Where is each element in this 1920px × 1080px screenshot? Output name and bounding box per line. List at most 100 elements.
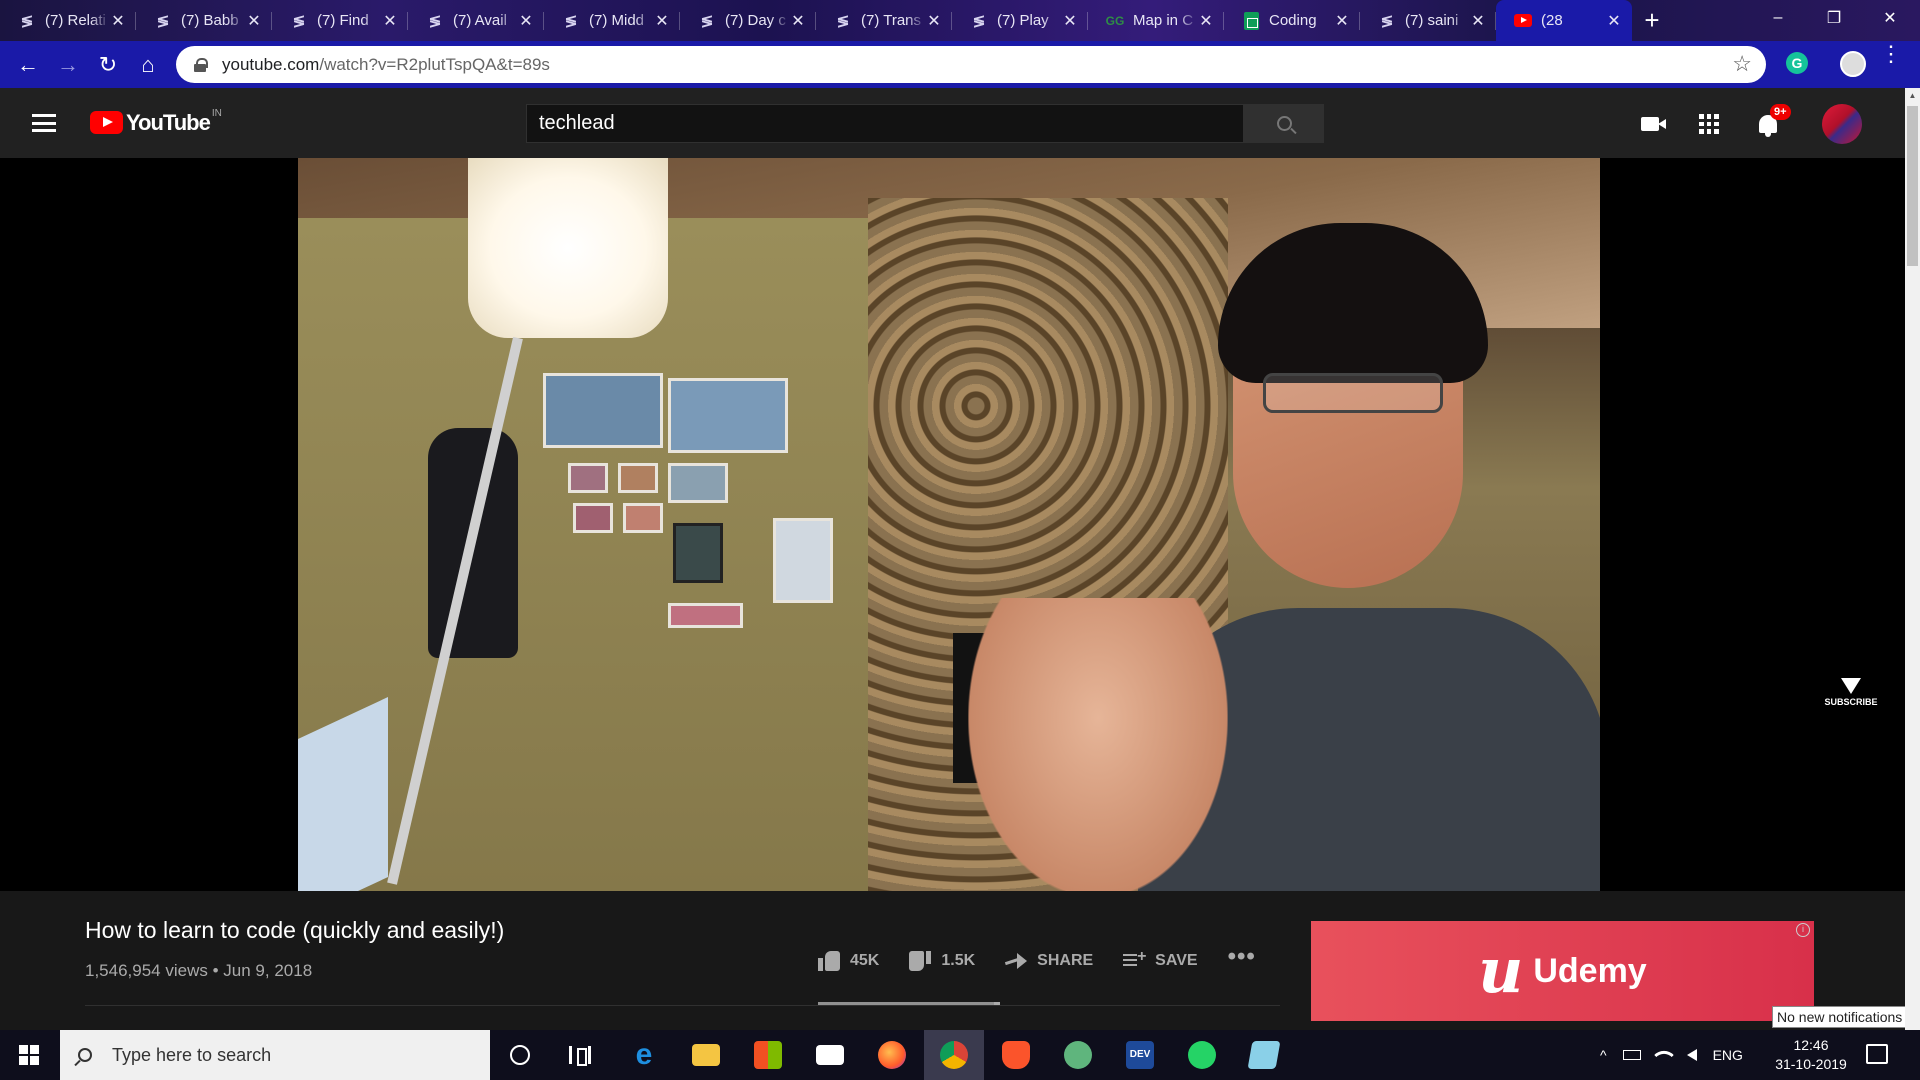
browser-tab[interactable]: ≶ (7) Trans ✕ bbox=[816, 0, 952, 41]
volume-icon[interactable] bbox=[1686, 1049, 1697, 1061]
tab-title: (7) Babb bbox=[181, 12, 239, 29]
scrollbar-thumb[interactable] bbox=[1907, 106, 1918, 266]
cortana-button[interactable] bbox=[490, 1030, 550, 1080]
taskbar-firefox[interactable] bbox=[862, 1030, 922, 1080]
more-actions-button[interactable]: ••• bbox=[1228, 943, 1256, 971]
video-actions: 45K 1.5K SHARE SAVE ••• bbox=[818, 943, 1286, 971]
search-button[interactable] bbox=[1244, 104, 1324, 143]
tab-close-icon[interactable]: ✕ bbox=[382, 11, 398, 31]
stackoverflow-favicon-icon: ≶ bbox=[1380, 12, 1394, 30]
tab-close-icon[interactable]: ✕ bbox=[926, 11, 942, 31]
taskbar-atom[interactable] bbox=[1048, 1030, 1108, 1080]
video-player[interactable]: SUBSCRIBE bbox=[0, 158, 1905, 891]
tab-close-icon[interactable]: ✕ bbox=[518, 11, 534, 31]
whatsapp-icon bbox=[1188, 1041, 1216, 1069]
browser-menu-icon[interactable]: ⋮ bbox=[1880, 43, 1902, 65]
video-frame[interactable] bbox=[298, 158, 1600, 891]
home-button[interactable]: ⌂ bbox=[128, 45, 168, 85]
like-button[interactable]: 45K bbox=[818, 951, 879, 971]
grammarly-extension-icon[interactable]: G bbox=[1786, 52, 1808, 74]
action-center-icon[interactable] bbox=[1866, 1044, 1888, 1064]
apps-button[interactable] bbox=[1695, 110, 1723, 138]
browser-tab[interactable]: ≶ (7) Play ✕ bbox=[952, 0, 1088, 41]
taskbar-chrome[interactable] bbox=[924, 1030, 984, 1080]
language-indicator[interactable]: ENG bbox=[1713, 1047, 1743, 1063]
guide-menu-icon[interactable] bbox=[32, 114, 56, 132]
tab-close-icon[interactable]: ✕ bbox=[1470, 11, 1486, 31]
video-info-section: How to learn to code (quickly and easily… bbox=[0, 891, 1905, 1030]
bookmark-star-icon[interactable]: ☆ bbox=[1732, 51, 1752, 77]
taskbar-edge[interactable]: e bbox=[614, 1030, 674, 1080]
scroll-up-arrow[interactable]: ▲ bbox=[1905, 88, 1920, 103]
tab-close-icon[interactable]: ✕ bbox=[1198, 11, 1214, 31]
youtube-logo[interactable]: YouTube IN bbox=[90, 108, 222, 135]
dev-icon: DEV bbox=[1126, 1041, 1154, 1069]
browser-tab[interactable]: ≶ (7) Avail ✕ bbox=[408, 0, 544, 41]
taskbar-mail[interactable] bbox=[800, 1030, 860, 1080]
tab-close-icon[interactable]: ✕ bbox=[654, 11, 670, 31]
tab-title: (7) Find bbox=[317, 12, 369, 29]
taskbar-notes[interactable] bbox=[1234, 1030, 1294, 1080]
battery-icon[interactable] bbox=[1622, 1050, 1641, 1060]
forward-button[interactable]: → bbox=[48, 45, 88, 85]
browser-tab[interactable]: ≶ (7) Day c ✕ bbox=[680, 0, 816, 41]
tab-close-icon[interactable]: ✕ bbox=[1606, 11, 1622, 31]
dislike-button[interactable]: 1.5K bbox=[909, 951, 975, 971]
tab-title: (7) Midd bbox=[589, 12, 645, 29]
udemy-ad-banner[interactable]: u Udemy bbox=[1311, 921, 1814, 1021]
browser-tab[interactable]: ≶ (7) Relati ✕ bbox=[0, 0, 136, 41]
watermark-label: SUBSCRIBE bbox=[1824, 697, 1878, 707]
notification-badge: 9+ bbox=[1770, 104, 1791, 120]
start-button[interactable] bbox=[0, 1030, 58, 1080]
browser-tab[interactable]: ≶ (7) Find ✕ bbox=[272, 0, 408, 41]
browser-tab[interactable]: Coding ✕ bbox=[1224, 0, 1360, 41]
window-close-button[interactable]: ✕ bbox=[1862, 0, 1918, 36]
restore-button[interactable]: ❐ bbox=[1806, 0, 1862, 36]
taskbar-store[interactable] bbox=[738, 1030, 798, 1080]
taskbar-dev[interactable]: DEV bbox=[1110, 1030, 1170, 1080]
wifi-icon[interactable] bbox=[1653, 1045, 1674, 1065]
cortana-icon bbox=[510, 1045, 530, 1065]
subscribe-watermark[interactable]: SUBSCRIBE bbox=[1816, 678, 1886, 707]
taskbar-search-box[interactable]: Type here to search bbox=[60, 1030, 490, 1080]
tab-close-icon[interactable]: ✕ bbox=[1334, 11, 1350, 31]
save-button[interactable]: SAVE bbox=[1123, 948, 1198, 970]
tab-close-icon[interactable]: ✕ bbox=[246, 11, 262, 31]
browser-tab[interactable]: ≶ (7) Babb ✕ bbox=[136, 0, 272, 41]
share-button[interactable]: SHARE bbox=[1005, 952, 1093, 970]
browser-tab[interactable]: ≶ (7) Midd ✕ bbox=[544, 0, 680, 41]
browser-tab[interactable]: (28 ✕ bbox=[1496, 0, 1632, 41]
tab-title: (7) Relati bbox=[45, 12, 106, 29]
reload-button[interactable]: ↻ bbox=[88, 45, 128, 85]
search-icon bbox=[78, 1048, 92, 1062]
google-sheets-favicon-icon bbox=[1242, 11, 1260, 30]
page-scrollbar[interactable]: ▲ bbox=[1905, 88, 1920, 1030]
meta-separator: • bbox=[212, 961, 219, 980]
lock-icon[interactable] bbox=[194, 57, 208, 72]
taskbar-whatsapp[interactable] bbox=[1172, 1030, 1232, 1080]
browser-profile-icon[interactable] bbox=[1840, 51, 1866, 77]
create-video-button[interactable] bbox=[1636, 110, 1666, 138]
stackoverflow-favicon-icon: ≶ bbox=[20, 12, 34, 30]
taskbar-brave[interactable] bbox=[986, 1030, 1046, 1080]
address-bar[interactable]: youtube.com/watch?v=R2plutTspQA&t=89s ☆ bbox=[176, 46, 1766, 83]
clock[interactable]: 12:46 31-10-2019 bbox=[1768, 1036, 1854, 1074]
tray-overflow-chevron-icon[interactable]: ^ bbox=[1600, 1047, 1607, 1063]
browser-tab[interactable]: GG Map in C ✕ bbox=[1088, 0, 1224, 41]
browser-tab[interactable]: ≶ (7) saini ✕ bbox=[1360, 0, 1496, 41]
minimize-button[interactable]: – bbox=[1750, 0, 1806, 36]
country-code: IN bbox=[211, 108, 222, 119]
tab-close-icon[interactable]: ✕ bbox=[110, 11, 126, 31]
search-input[interactable]: techlead bbox=[526, 104, 1244, 143]
back-button[interactable]: ← bbox=[8, 45, 48, 85]
new-tab-button[interactable]: + bbox=[1632, 0, 1672, 41]
taskbar-file-explorer[interactable] bbox=[676, 1030, 736, 1080]
ad-info-icon[interactable]: i bbox=[1796, 923, 1810, 937]
stackoverflow-favicon-icon: ≶ bbox=[700, 12, 714, 30]
tab-close-icon[interactable]: ✕ bbox=[1062, 11, 1078, 31]
youtube-masthead: YouTube IN techlead 9+ bbox=[0, 88, 1920, 158]
tab-close-icon[interactable]: ✕ bbox=[790, 11, 806, 31]
task-view-button[interactable] bbox=[550, 1030, 610, 1080]
stackoverflow-favicon-icon: ≶ bbox=[292, 12, 306, 30]
account-avatar[interactable] bbox=[1822, 104, 1862, 144]
